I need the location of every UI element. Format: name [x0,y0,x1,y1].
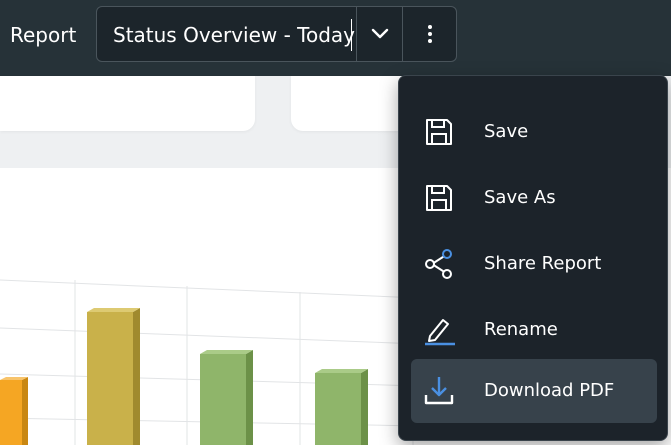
more-options-button[interactable] [403,7,456,61]
summary-card [0,76,255,131]
menu-item-label: Share Report [484,253,602,274]
chart-bar [0,377,28,445]
chart-bar [200,350,253,445]
rename-icon [425,319,455,346]
menu-item-rename[interactable]: Rename [411,298,657,362]
text-cursor [351,19,352,51]
chart-bar [87,308,140,445]
download-icon [424,377,454,405]
report-options-menu: Save Save As Share Report Rename Downloa… [398,75,668,441]
menu-item-label: Save [484,121,529,142]
menu-item-download-pdf[interactable]: Download PDF [411,359,657,423]
menu-item-share-report[interactable]: Share Report [411,232,657,296]
menu-item-label: Download PDF [484,380,615,401]
menu-item-label: Rename [484,319,558,340]
menu-item-label: Save As [484,187,556,208]
chevron-down-icon [371,28,388,39]
menu-item-save[interactable]: Save [411,100,657,164]
title-dropdown-button[interactable] [357,7,402,61]
chart-bar [315,369,368,445]
summary-card [291,76,411,131]
kebab-menu-icon [427,25,432,43]
save-as-icon [426,185,452,211]
report-label: Report [10,23,77,47]
top-bar: Report Status Overview - Today [0,0,671,76]
save-icon [426,119,452,145]
share-icon [425,249,452,279]
menu-item-save-as[interactable]: Save As [411,166,657,230]
report-title-select[interactable]: Status Overview - Today [96,6,457,62]
report-title-input[interactable]: Status Overview - Today [113,21,355,49]
